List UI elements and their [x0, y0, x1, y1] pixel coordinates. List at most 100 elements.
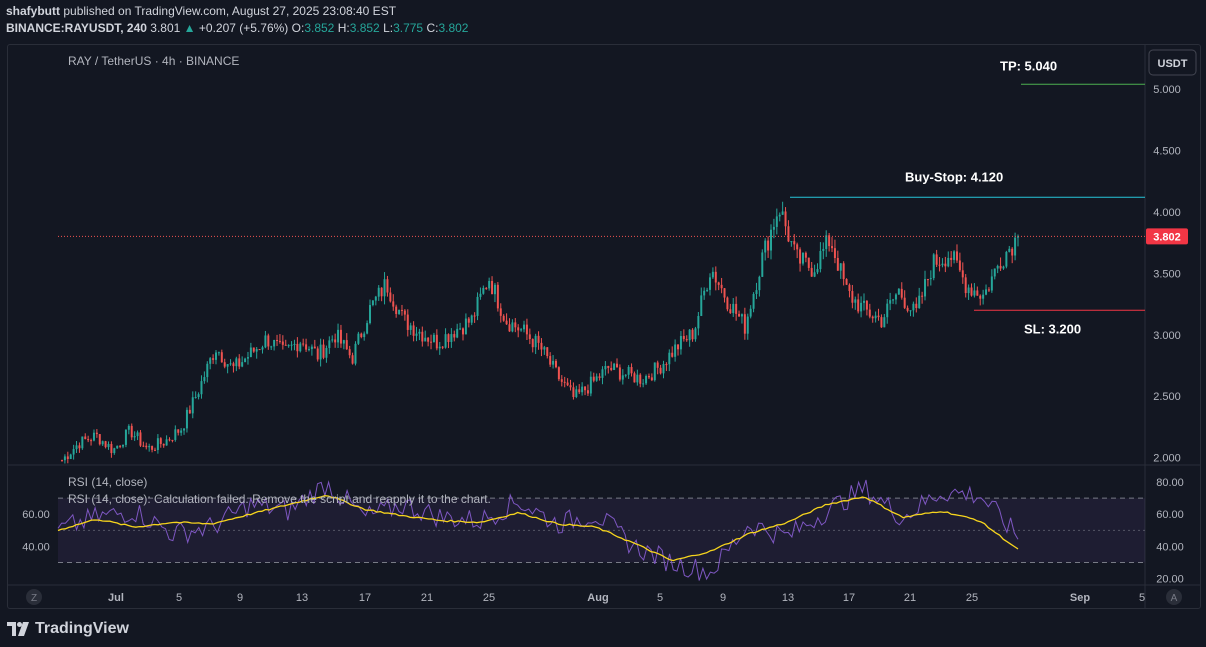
candle-body: [662, 364, 665, 374]
candle-body: [1014, 237, 1017, 256]
candle-body: [238, 358, 241, 367]
candle-body: [874, 315, 877, 319]
candle-body: [432, 334, 435, 343]
candle-body: [255, 349, 258, 352]
candle-body: [645, 375, 648, 384]
candle-body: [839, 263, 842, 271]
candle-body: [241, 362, 244, 367]
candle-body: [862, 300, 865, 303]
candle-body: [310, 346, 313, 350]
tradingview-logo[interactable]: TradingView: [7, 619, 129, 639]
candle-body: [996, 265, 999, 269]
candle-body: [325, 347, 328, 358]
candle-body: [203, 377, 206, 382]
candle-body: [691, 329, 694, 340]
candle-body: [496, 284, 499, 309]
candle-body: [476, 296, 479, 316]
candle-body: [726, 297, 729, 310]
low-label: L:: [383, 21, 394, 35]
candle-body: [113, 448, 116, 454]
candle-body: [758, 276, 761, 291]
symbol-label: BINANCE:RAYUSDT, 240: [6, 21, 147, 35]
candle-body: [584, 386, 587, 391]
candle-body: [534, 335, 537, 348]
price-tick-label: 3.000: [1153, 330, 1181, 342]
candle-body: [136, 432, 139, 437]
chart-canvas[interactable]: TP: 5.040 Buy-Stop: 4.120 SL: 3.200 RAY …: [8, 45, 1200, 608]
candle-body: [708, 277, 711, 290]
candle-body: [938, 264, 941, 266]
candle-body: [967, 287, 970, 294]
candle-body: [546, 347, 549, 357]
candle-body: [929, 278, 932, 280]
publisher-name[interactable]: shafybutt: [6, 4, 60, 18]
candle-body: [575, 389, 578, 398]
candle-body: [982, 294, 985, 299]
candle-body: [505, 320, 508, 325]
candle-body: [950, 257, 953, 260]
candle-body: [528, 334, 531, 340]
rsi-title[interactable]: RSI (14, close): [68, 475, 147, 489]
candle-body: [383, 279, 386, 297]
candle-body: [953, 251, 956, 260]
candle-body: [941, 263, 944, 266]
candle-body: [813, 272, 816, 277]
candle-body: [464, 318, 467, 335]
stop-loss-label[interactable]: SL: 3.200: [1024, 321, 1081, 336]
candle-body: [98, 434, 101, 445]
candle-body: [955, 251, 958, 261]
currency-button-label[interactable]: USDT: [1158, 58, 1188, 70]
price-axis[interactable]: 2.000 2.500 3.000 3.500 4.000 4.500 5.000: [1153, 84, 1181, 464]
chart-panel[interactable]: TP: 5.040 Buy-Stop: 4.120 SL: 3.200 RAY …: [7, 44, 1201, 609]
take-profit-label[interactable]: TP: 5.040: [1000, 58, 1057, 73]
candle-body: [880, 317, 883, 328]
candle-body: [84, 436, 87, 440]
candle-body: [461, 328, 464, 335]
candle-body: [796, 244, 799, 250]
candle-body: [543, 347, 546, 350]
candle-body: [482, 287, 485, 294]
candle-body: [151, 446, 154, 450]
candle-body: [659, 367, 662, 374]
candle-body: [493, 284, 496, 295]
candle-body: [537, 335, 540, 343]
candle-body: [877, 315, 880, 318]
candle-body: [488, 281, 491, 289]
candle-body: [395, 306, 398, 314]
rsi-left-tick-label: 60.00: [22, 509, 50, 521]
time-tick-label: 5: [1139, 592, 1145, 604]
candle-body: [685, 339, 688, 341]
candle-body: [357, 333, 360, 344]
candle-body: [735, 303, 738, 314]
candle-body: [595, 376, 598, 381]
candle-body: [270, 346, 273, 348]
candlestick-series: [61, 201, 1019, 464]
candle-body: [613, 363, 616, 370]
tradingview-brand: TradingView: [35, 620, 129, 637]
candle-body: [961, 270, 964, 278]
candle-body: [607, 366, 610, 368]
candle-body: [302, 343, 305, 345]
candle-body: [915, 303, 918, 309]
candle-body: [970, 287, 973, 296]
candle-body: [363, 333, 366, 338]
candle-body: [935, 254, 938, 265]
candle-body: [124, 429, 127, 445]
candle-body: [819, 250, 822, 270]
price-tick-label: 2.500: [1153, 391, 1181, 403]
candle-body: [485, 287, 488, 289]
buy-stop-label[interactable]: Buy-Stop: 4.120: [905, 169, 1003, 184]
candle-body: [406, 314, 409, 330]
candle-body: [793, 241, 796, 245]
candle-body: [165, 439, 168, 446]
candle-body: [438, 346, 441, 349]
candle-body: [703, 290, 706, 296]
candle-body: [223, 362, 226, 367]
time-axis[interactable]: Jul 5 9 13 17 21 25 Aug 5 9 13 17 21 25 Sep 5: [108, 592, 1145, 604]
chart-title[interactable]: RAY / TetherUS · 4h · BINANCE: [68, 54, 239, 68]
candle-body: [479, 293, 482, 297]
candle-body: [403, 310, 406, 315]
candle-body: [229, 363, 232, 365]
candle-body: [738, 313, 741, 317]
candle-body: [90, 440, 93, 442]
